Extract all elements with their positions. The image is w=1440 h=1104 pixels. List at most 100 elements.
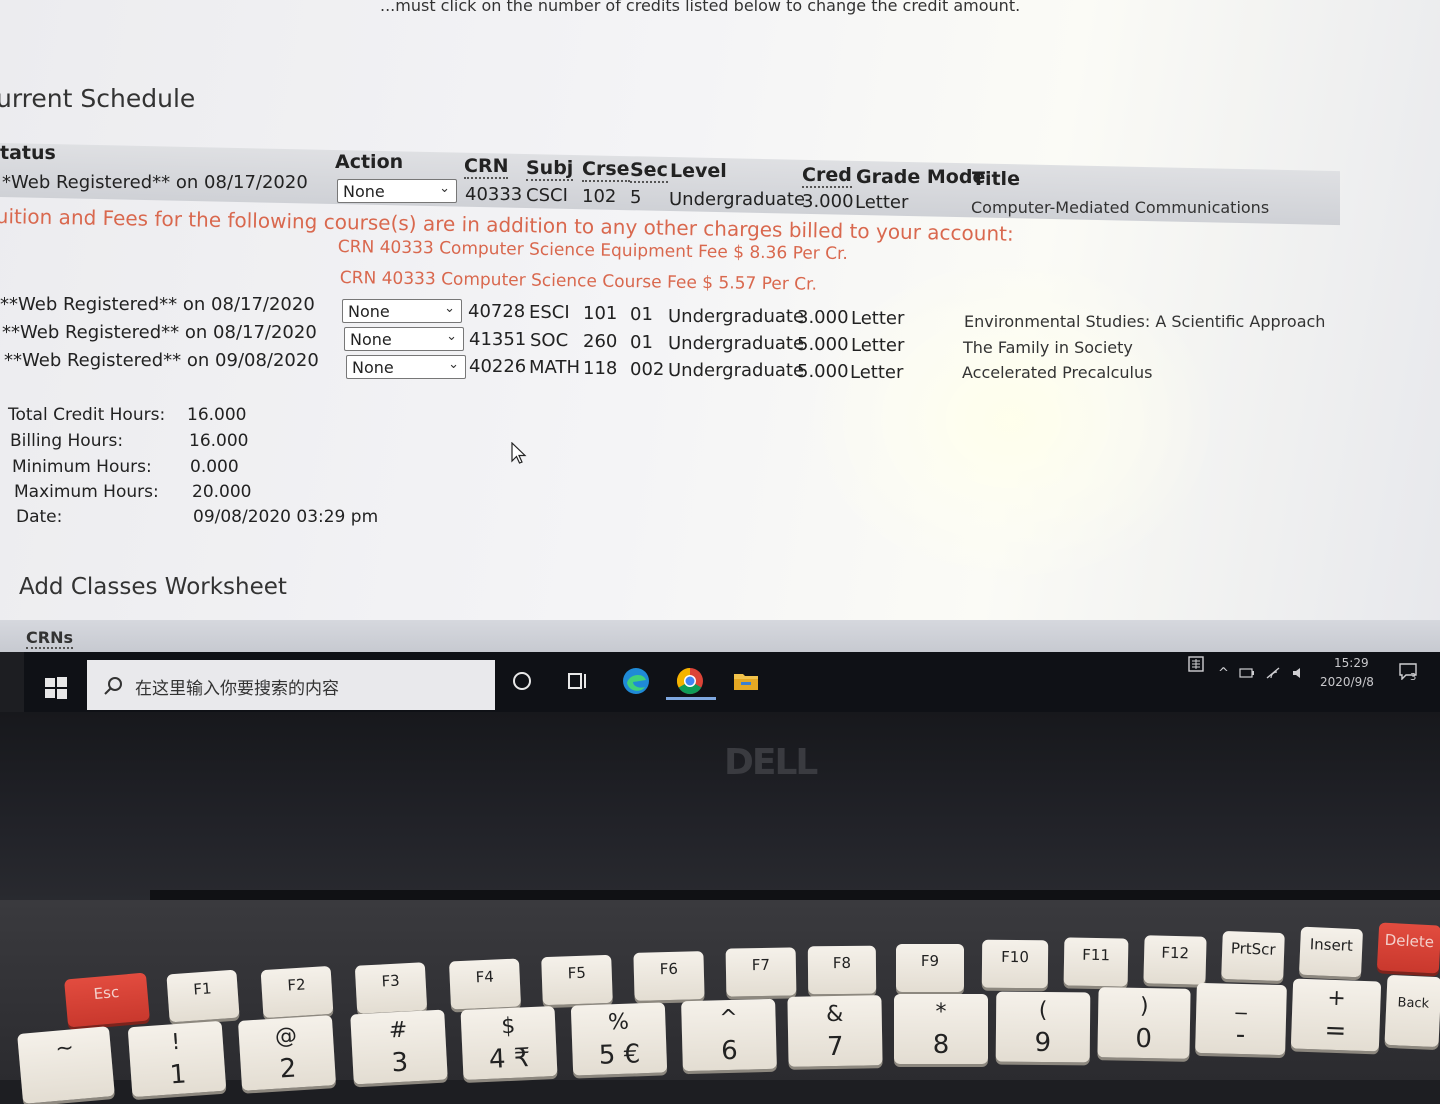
wifi-icon[interactable]	[1265, 666, 1281, 680]
key-f11[interactable]: F11	[1063, 937, 1129, 987]
key-1[interactable]: ! 1	[127, 1020, 227, 1098]
system-tray: ^	[1218, 664, 1308, 682]
key-f1[interactable]: F1	[166, 969, 240, 1023]
key-prtscr[interactable]: PrtScr	[1221, 930, 1285, 982]
row3-grade-mode: Letter	[851, 335, 905, 356]
volume-icon[interactable]	[1291, 666, 1305, 680]
clock-date[interactable]: 2020/9/8	[1320, 675, 1374, 689]
chevron-down-icon: ⌄	[446, 329, 457, 344]
key-3[interactable]: #3	[350, 1009, 448, 1085]
key-delete[interactable]: Delete	[1376, 922, 1440, 974]
row1-title: Computer-Mediated Communications	[971, 198, 1270, 217]
row3-cred[interactable]: 5.000	[797, 334, 849, 355]
file-explorer-icon[interactable]	[726, 664, 766, 698]
row2-status: **Web Registered** on 08/17/2020	[0, 294, 315, 315]
notification-count: 3	[1410, 672, 1417, 683]
billing-hours-label: Billing Hours:	[10, 431, 124, 451]
row2-crn: 40728	[468, 301, 526, 322]
header-crn[interactable]: CRN	[464, 155, 509, 179]
search-icon	[104, 677, 122, 695]
key-f8[interactable]: F8	[807, 945, 877, 995]
row4-action-select[interactable]: None ⌄	[346, 355, 466, 379]
key-f10[interactable]: F10	[981, 939, 1049, 989]
key-2[interactable]: @2	[237, 1015, 337, 1091]
key-esc[interactable]: Esc	[64, 972, 150, 1028]
key-f7[interactable]: F7	[725, 947, 797, 997]
row1-crse: 102	[582, 186, 617, 207]
dell-logo: DELL	[724, 742, 818, 783]
key-insert[interactable]: Insert	[1298, 926, 1364, 978]
input-method-icon[interactable]	[1188, 656, 1204, 672]
key-f3[interactable]: F3	[354, 962, 428, 1014]
row4-subj: MATH	[529, 357, 580, 378]
row3-action-select[interactable]: None ⌄	[344, 327, 464, 351]
key-0[interactable]: ) 0	[1097, 987, 1191, 1059]
key-equals[interactable]: + =	[1290, 978, 1382, 1052]
chrome-icon[interactable]	[670, 664, 710, 698]
key-5[interactable]: % 5 €	[570, 1002, 668, 1076]
key-f4[interactable]: F4	[448, 958, 522, 1010]
row2-cred[interactable]: 3.000	[797, 307, 849, 328]
row1-subj: CSCI	[526, 185, 568, 206]
chevron-down-icon: ⌄	[444, 301, 455, 316]
fee-line: CRN 40333 Computer Science Course Fee $ …	[339, 268, 818, 295]
row3-status: **Web Registered** on 08/17/2020	[2, 322, 317, 343]
key-f6[interactable]: F6	[633, 951, 705, 1001]
edge-icon[interactable]	[616, 664, 656, 698]
header-grade-mode: Grade Mode	[856, 166, 986, 188]
maximum-hours-label: Maximum Hours:	[14, 482, 159, 502]
chevron-down-icon: ⌄	[448, 357, 459, 372]
row2-sec: 01	[630, 304, 653, 325]
row1-level: Undergraduate	[669, 189, 806, 210]
header-cred[interactable]: Cred	[802, 164, 852, 188]
key-f12[interactable]: F12	[1143, 935, 1207, 985]
header-sec[interactable]: Sec	[630, 159, 668, 183]
row4-title: Accelerated Precalculus	[962, 363, 1153, 382]
key-6[interactable]: ^ 6	[681, 998, 777, 1072]
row4-cred[interactable]: 5.000	[797, 361, 849, 382]
clock-time[interactable]: 15:29	[1334, 656, 1369, 670]
current-schedule-title: urrent Schedule	[0, 84, 196, 113]
key-minus[interactable]: _ -	[1195, 982, 1287, 1056]
taskbar-search-input[interactable]: 在这里输入你要搜索的内容	[87, 660, 495, 710]
row1-grade-mode: Letter	[855, 192, 909, 213]
key-8[interactable]: * 8	[894, 994, 988, 1064]
row2-title: Environmental Studies: A Scientific Appr…	[964, 312, 1326, 331]
crns-header[interactable]: CRNs	[26, 628, 73, 649]
crns-header-bar	[0, 620, 1440, 652]
row4-level: Undergraduate	[668, 360, 805, 381]
chevron-up-icon[interactable]: ^	[1218, 666, 1229, 681]
windows-start-icon[interactable]	[44, 676, 68, 700]
key-7[interactable]: & 7	[787, 995, 883, 1067]
key-tilde[interactable]: ~	[17, 1026, 115, 1104]
battery-icon[interactable]	[1239, 667, 1255, 679]
header-action: Action	[335, 151, 404, 173]
row2-grade-mode: Letter	[851, 308, 905, 329]
cortana-icon[interactable]	[502, 664, 542, 698]
header-subj[interactable]: Subj	[526, 157, 574, 181]
key-f2[interactable]: F2	[260, 965, 334, 1019]
row3-sec: 01	[630, 332, 653, 353]
row1-cred[interactable]: 3.000	[802, 191, 854, 212]
key-9[interactable]: (9	[995, 991, 1091, 1063]
key-f9[interactable]: F9	[896, 944, 964, 992]
add-classes-worksheet-title: Add Classes Worksheet	[19, 574, 287, 600]
browser-page: ...must click on the number of credits l…	[0, 0, 1440, 652]
notification-center-icon[interactable]: 3	[1398, 662, 1420, 684]
page-instruction: ...must click on the number of credits l…	[380, 0, 1021, 15]
billing-hours-value: 16.000	[189, 431, 249, 451]
total-credit-value: 16.000	[187, 405, 247, 425]
row2-action-select[interactable]: None ⌄	[342, 299, 462, 323]
row1-action-select[interactable]: None ⌄	[337, 179, 457, 203]
row2-subj: ESCI	[529, 302, 570, 323]
laptop-bezel	[0, 712, 1440, 912]
key-f5[interactable]: F5	[541, 954, 613, 1006]
task-view-icon[interactable]	[558, 664, 598, 698]
row2-crse: 101	[583, 303, 618, 324]
header-crse[interactable]: Crse	[582, 158, 630, 182]
row4-action-value: None	[352, 358, 394, 377]
key-4[interactable]: $4 ₹	[460, 1005, 558, 1081]
key-backspace[interactable]: Back	[1384, 974, 1440, 1048]
row3-title: The Family in Society	[963, 338, 1133, 357]
minimum-hours-label: Minimum Hours:	[12, 457, 152, 477]
